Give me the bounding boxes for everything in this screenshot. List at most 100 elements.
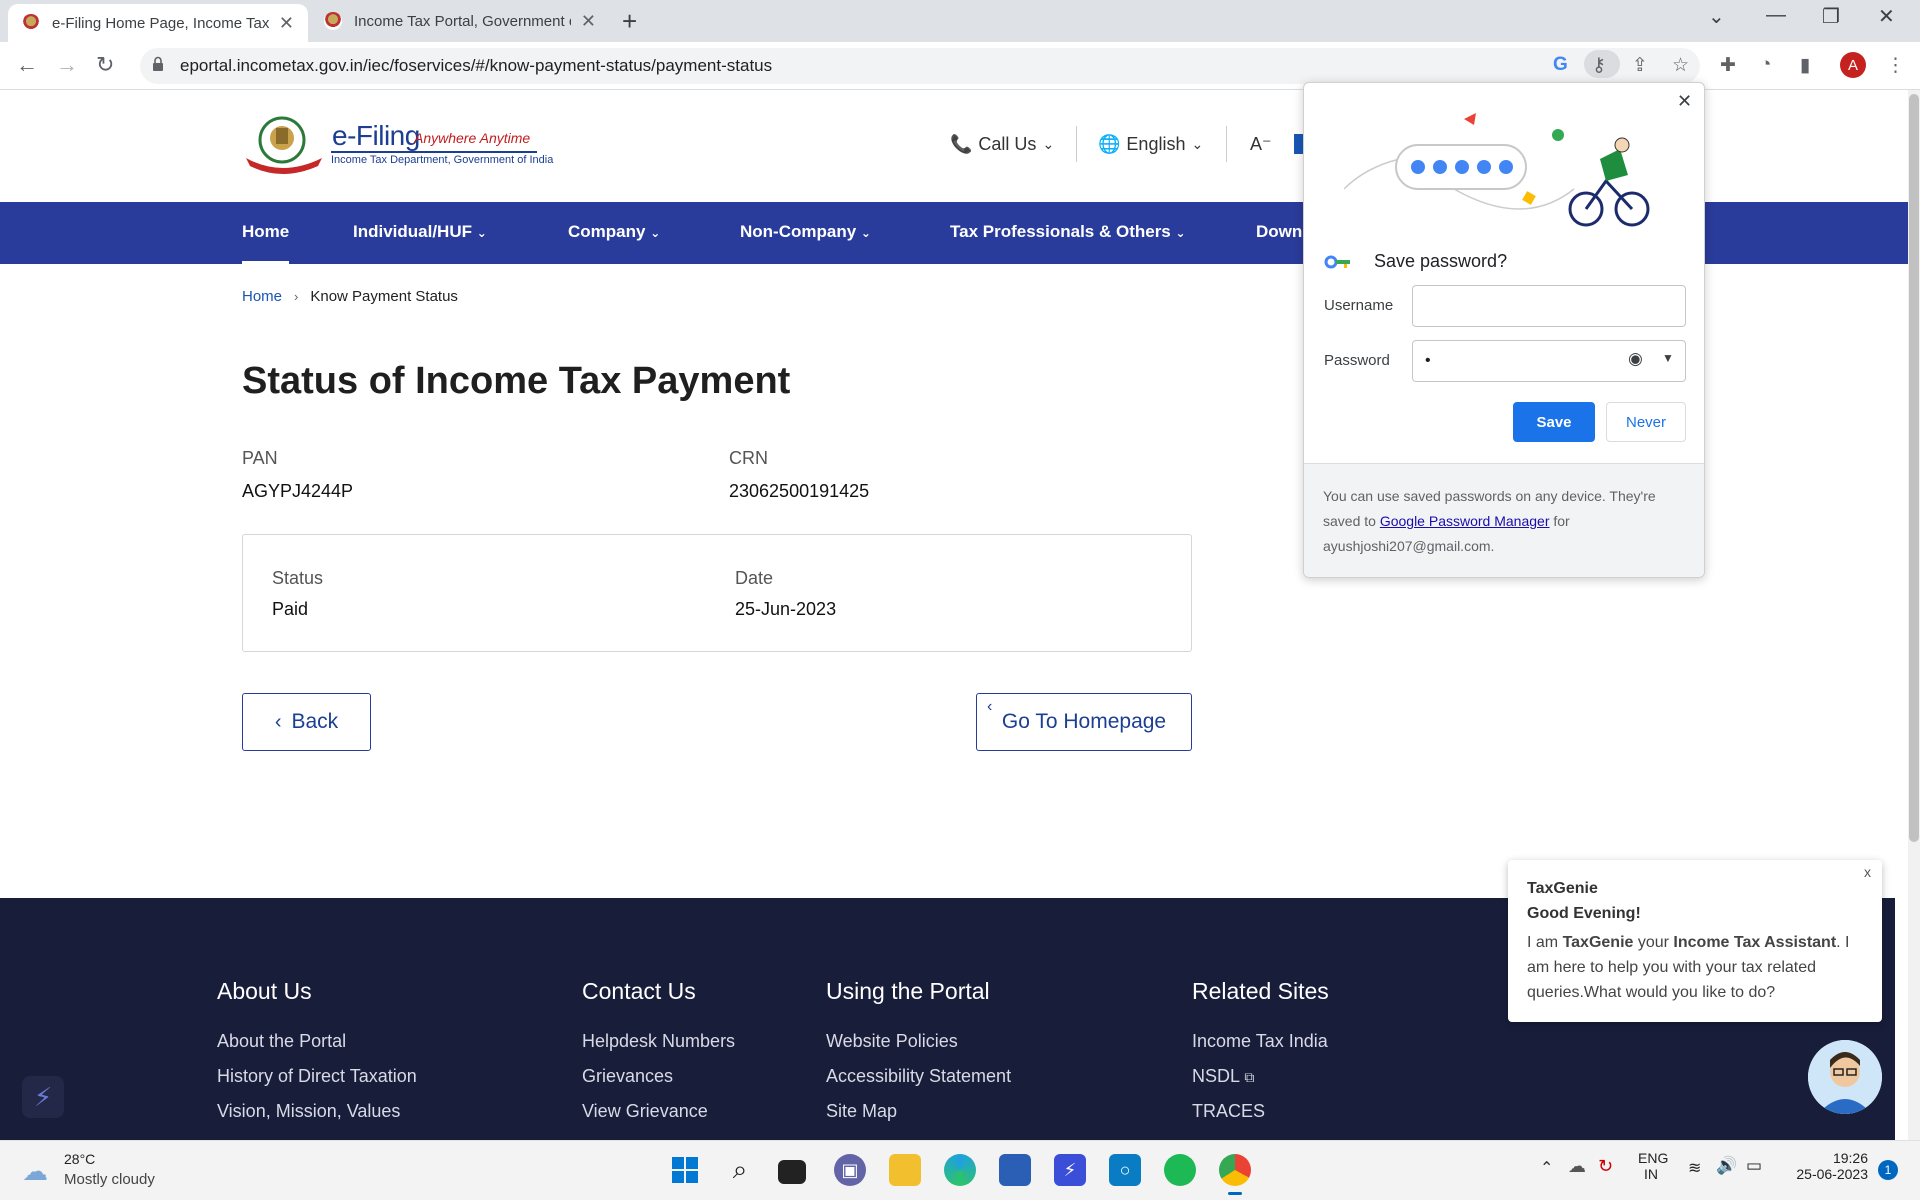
nav-item-home[interactable]: Home [242, 222, 289, 242]
menu-kebab-icon[interactable]: ⋮ [1886, 54, 1905, 77]
notification-badge[interactable]: 1 [1878, 1160, 1898, 1180]
microsoft-store-icon[interactable] [999, 1154, 1031, 1186]
password-dropdown-caret-icon[interactable]: ▼ [1662, 351, 1674, 365]
nav-item-downloads[interactable]: Downl [1256, 222, 1307, 242]
go-to-homepage-button[interactable]: ‹ Go To Homepage [976, 693, 1192, 751]
chevron-down-icon: ⌄ [1042, 136, 1055, 152]
password-manager-link[interactable]: Google Password Manager [1380, 513, 1550, 529]
footer-link-nsdl[interactable]: NSDL ⧉ [1192, 1066, 1329, 1087]
show-password-eye-icon[interactable]: ◉ [1628, 349, 1643, 369]
footer-link[interactable]: Grievances [582, 1066, 735, 1087]
extension-icon[interactable]: ◔ [1760, 54, 1771, 76]
footer-heading: Related Sites [1192, 978, 1329, 1004]
volume-icon[interactable]: 🔊 [1716, 1156, 1737, 1176]
footer-heading: Using the Portal [826, 978, 990, 1004]
battery-icon[interactable]: ▭ [1746, 1156, 1762, 1176]
close-popup-icon[interactable]: ✕ [1677, 91, 1692, 112]
onedrive-cloud-icon[interactable]: ☁ [1568, 1156, 1586, 1177]
profile-avatar[interactable]: A [1840, 52, 1866, 78]
close-window-icon[interactable]: ✕ [1878, 4, 1895, 29]
edge-browser-icon[interactable] [944, 1154, 976, 1186]
footer-link[interactable]: Helpdesk Numbers [582, 1031, 735, 1052]
back-arrow-icon[interactable]: ← [16, 52, 38, 78]
back-button[interactable]: ‹ Back [242, 693, 371, 751]
minimize-icon[interactable]: — [1766, 4, 1786, 27]
new-tab-plus-icon[interactable]: + [622, 6, 637, 37]
popup-info-text: You can use saved passwords on any devic… [1323, 484, 1685, 559]
side-panel-icon[interactable]: ▮ [1800, 54, 1810, 77]
windows-start-icon[interactable] [669, 1154, 701, 1186]
lock-icon[interactable] [152, 56, 164, 72]
footer-link[interactable]: View Grievance [582, 1101, 735, 1122]
browser-tab-portal[interactable]: Income Tax Portal, Government of ✕ [310, 0, 610, 42]
wifi-icon[interactable]: ≋ [1688, 1158, 1701, 1178]
passwords-key-icon [1324, 255, 1350, 269]
weather-temperature[interactable]: 28°C [64, 1151, 95, 1167]
call-us-dropdown[interactable]: 📞 Call Us ⌄ [950, 134, 1054, 155]
nav-item-non-company[interactable]: Non-Company ⌄ [740, 222, 871, 242]
browser-tab-efiling[interactable]: e-Filing Home Page, Income Tax De ✕ [8, 4, 308, 42]
share-icon[interactable]: ⇪ [1632, 54, 1648, 77]
footer-heading: Contact Us [582, 978, 696, 1004]
pan-value: AGYPJ4244P [242, 481, 354, 501]
footer-link[interactable]: History of Direct Taxation [217, 1066, 417, 1087]
chrome-icon[interactable] [1219, 1154, 1251, 1186]
key-icon: ⚷ [1592, 55, 1606, 76]
msg-part: your [1633, 934, 1674, 951]
nav-item-tax-professionals[interactable]: Tax Professionals & Others ⌄ [950, 222, 1186, 242]
breadcrumb-home-link[interactable]: Home [242, 288, 282, 305]
taxgenie-avatar[interactable] [1808, 1040, 1882, 1114]
language-dropdown[interactable]: 🌐 English ⌄ [1098, 134, 1203, 155]
task-view-icon[interactable] [778, 1160, 806, 1184]
nav-item-company[interactable]: Company ⌄ [568, 222, 660, 242]
weather-cloud-icon[interactable]: ☁ [22, 1156, 48, 1187]
google-lens-icon[interactable]: G [1553, 54, 1568, 76]
clock[interactable]: 19:26 25-06-2023 [1786, 1150, 1868, 1182]
address-bar[interactable]: eportal.incometax.gov.in/iec/foservices/… [140, 48, 1700, 84]
spotify-icon[interactable] [1164, 1154, 1196, 1186]
external-link-icon: ⧉ [1244, 1069, 1255, 1085]
sync-icon[interactable]: ↻ [1598, 1156, 1613, 1177]
restore-icon[interactable]: ❐ [1822, 4, 1840, 29]
footer-link[interactable]: Vision, Mission, Values [217, 1101, 417, 1122]
input-language[interactable]: ENG IN [1638, 1150, 1668, 1182]
brand-underline [331, 151, 537, 153]
tab-search-chevron-icon[interactable]: ⌄ [1708, 4, 1725, 29]
never-save-button[interactable]: Never [1606, 402, 1686, 442]
weather-condition[interactable]: Mostly cloudy [64, 1171, 155, 1188]
close-chat-bubble-icon[interactable]: x [1864, 864, 1871, 880]
footer-col-contact: Contact Us Helpdesk Numbers Grievances V… [582, 978, 735, 1122]
go-to-homepage-label: Go To Homepage [1001, 710, 1167, 733]
forward-arrow-icon[interactable]: → [56, 52, 78, 78]
footer-link[interactable]: Site Map [826, 1101, 1011, 1122]
close-tab-icon[interactable]: ✕ [279, 13, 294, 34]
floating-widget-icon[interactable]: ⚡ [22, 1076, 64, 1118]
bookmark-star-icon[interactable]: ☆ [1672, 54, 1689, 77]
file-explorer-icon[interactable] [889, 1154, 921, 1186]
footer-link[interactable]: Accessibility Statement [826, 1066, 1011, 1087]
password-input[interactable]: • [1412, 340, 1686, 382]
clock-date: 25-06-2023 [1796, 1166, 1868, 1182]
phone-icon: 📞 [950, 134, 973, 154]
footer-link[interactable]: TRACES [1192, 1101, 1329, 1122]
close-tab-icon[interactable]: ✕ [581, 11, 596, 32]
chatbot-greeting: Good Evening! [1527, 905, 1641, 922]
nav-item-individual[interactable]: Individual/HUF ⌄ [353, 222, 487, 242]
footer-link[interactable]: Website Policies [826, 1031, 1011, 1052]
reload-icon[interactable]: ↻ [96, 52, 114, 78]
footer-link[interactable]: About the Portal [217, 1031, 417, 1052]
app-icon[interactable]: ○ [1109, 1154, 1141, 1186]
username-input[interactable] [1412, 285, 1686, 327]
teams-chat-icon[interactable]: ▣ [834, 1154, 866, 1186]
search-icon[interactable]: ⌕ [724, 1154, 756, 1186]
scrollbar-thumb[interactable] [1909, 94, 1919, 842]
popup-title: Save password? [1374, 251, 1508, 271]
extensions-puzzle-icon[interactable]: ✚ [1720, 54, 1736, 77]
tray-chevron-up-icon[interactable]: ⌃ [1540, 1158, 1553, 1178]
save-password-button[interactable]: Save [1513, 402, 1595, 442]
footer-link[interactable]: Income Tax India [1192, 1031, 1329, 1052]
income-tax-emblem-logo[interactable] [242, 116, 326, 174]
app-icon[interactable]: ⚡ [1054, 1154, 1086, 1186]
font-resize-button[interactable]: A⁻ [1250, 134, 1272, 155]
chevron-left-icon: ‹ [274, 710, 282, 733]
